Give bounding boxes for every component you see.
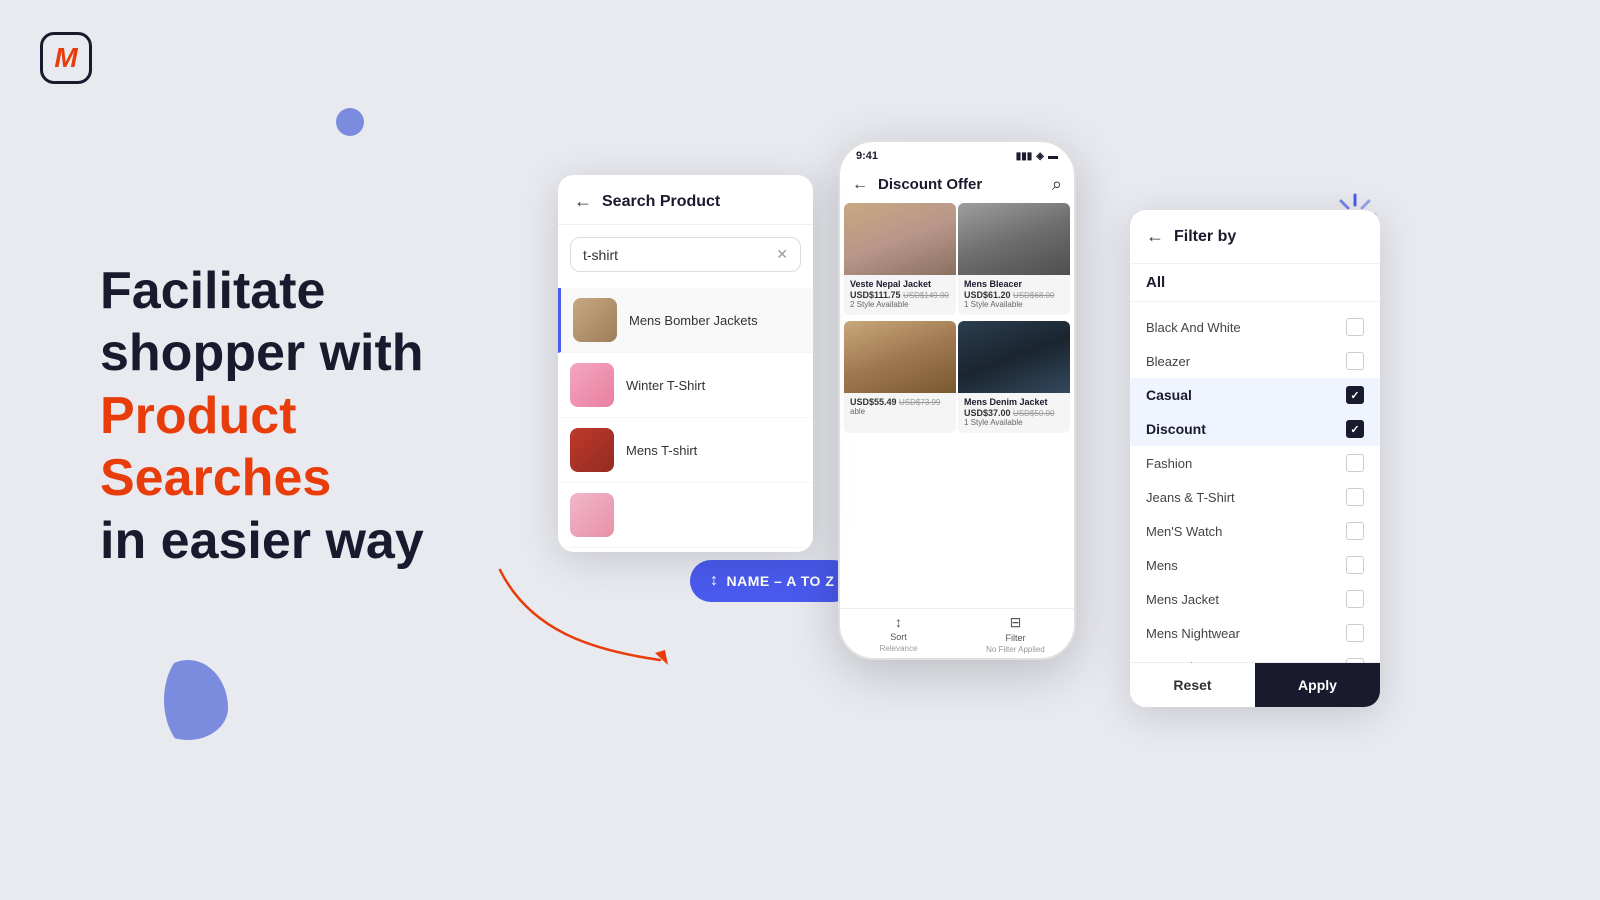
hero-line2: shopper with — [100, 324, 424, 382]
phone-bottom-bar: ↕ Sort Relevance ⊟ Filter No Filter Appl… — [840, 608, 1074, 658]
search-input-bar[interactable]: t-shirt ✕ — [570, 237, 801, 272]
product-thumbnail — [573, 298, 617, 342]
sort-icon: ↕ — [895, 614, 902, 630]
phone-time: 9:41 — [856, 150, 878, 162]
deco-circle-bottom — [148, 660, 228, 740]
phone-notch — [907, 142, 1007, 164]
phone-search-icon[interactable]: ⌕ — [1052, 174, 1062, 195]
logo-letter: M — [54, 42, 77, 74]
hero-line3: in easier way — [100, 512, 424, 570]
product-title: Mens Denim Jacket — [964, 397, 1064, 408]
filter-checkbox[interactable] — [1346, 488, 1364, 506]
phone-product-grid: Veste Nepal Jacket USD$111.75 USD$149.00… — [840, 203, 1074, 437]
phone-product-card[interactable]: Veste Nepal Jacket USD$111.75 USD$149.00… — [844, 203, 956, 315]
phone-nav-bar: ← Discount Offer ⌕ — [840, 166, 1074, 203]
filter-bottom-button[interactable]: ⊟ Filter No Filter Applied — [957, 609, 1074, 658]
filter-bottom-label: Filter — [1006, 633, 1026, 643]
filter-checkbox[interactable] — [1346, 624, 1364, 642]
filter-item[interactable]: Black And White — [1130, 310, 1380, 344]
list-item[interactable]: Winter T-Shirt — [558, 353, 813, 418]
search-screen-title: Search Product — [602, 193, 720, 211]
phone-status-icons: ▮▮▮ ◈ ▬ — [1016, 151, 1058, 162]
filter-item[interactable]: Men'S Watch — [1130, 514, 1380, 548]
sort-pill[interactable]: ↕ NAME – A TO Z — [690, 560, 854, 602]
deco-circle-top — [336, 108, 364, 136]
filter-checkbox-casual[interactable] — [1346, 386, 1364, 404]
phone-screen-title: Discount Offer — [878, 176, 1042, 193]
product-title: Mens Bleacer — [964, 279, 1064, 290]
product-thumbnail — [570, 428, 614, 472]
phone-product-card[interactable]: Mens Bleacer USD$61.20 USD$68.00 1 Style… — [958, 203, 1070, 315]
filter-back-icon[interactable]: ← — [1146, 226, 1164, 247]
filter-checkbox[interactable] — [1346, 318, 1364, 336]
logo: M — [40, 32, 96, 88]
filter-title: Filter by — [1174, 228, 1236, 246]
filter-checkbox[interactable] — [1346, 556, 1364, 574]
sort-icon: ↕ — [710, 572, 719, 590]
list-item[interactable]: Mens T-shirt — [558, 418, 813, 483]
filter-sub-label: No Filter Applied — [986, 645, 1045, 654]
hero-highlight: Product Searches — [100, 387, 331, 507]
search-input-value[interactable]: t-shirt — [583, 247, 768, 263]
filter-checkbox[interactable] — [1346, 590, 1364, 608]
list-item[interactable]: Mens Bomber Jackets — [558, 288, 813, 353]
filter-apply-button[interactable]: Apply — [1255, 663, 1380, 707]
product-name: Mens T-shirt — [626, 443, 697, 458]
filter-all-item[interactable]: All — [1130, 264, 1380, 302]
filter-footer: Reset Apply — [1130, 662, 1380, 707]
filter-item[interactable]: Jeans & T-Shirt — [1130, 480, 1380, 514]
search-screen-header: ← Search Product — [558, 175, 813, 225]
filter-item[interactable]: Mens — [1130, 548, 1380, 582]
sort-label: NAME – A TO Z — [727, 573, 835, 589]
filter-item-casual[interactable]: Casual — [1130, 378, 1380, 412]
search-clear-icon[interactable]: ✕ — [776, 246, 788, 263]
filter-item-discount[interactable]: Discount — [1130, 412, 1380, 446]
product-thumbnail — [570, 363, 614, 407]
list-item[interactable] — [558, 483, 813, 548]
phone-product-card[interactable]: Mens Denim Jacket USD$37.00 USD$50.00 1 … — [958, 321, 1070, 433]
search-results-list: Mens Bomber Jackets Winter T-Shirt Mens … — [558, 284, 813, 552]
product-name: Mens Bomber Jackets — [629, 313, 758, 328]
filter-checkbox-discount[interactable] — [1346, 420, 1364, 438]
hero-section: Facilitate shopper with Product Searches… — [100, 260, 540, 572]
sort-sub-label: Relevance — [880, 644, 918, 653]
filter-checkbox[interactable] — [1346, 352, 1364, 370]
phone-mockup: 9:41 ▮▮▮ ◈ ▬ ← Discount Offer ⌕ Veste Ne… — [838, 140, 1076, 660]
filter-checkbox[interactable] — [1346, 522, 1364, 540]
filter-header: ← Filter by — [1130, 210, 1380, 264]
filter-item[interactable]: Mens Nightwear — [1130, 616, 1380, 650]
product-name: Winter T-Shirt — [626, 378, 705, 393]
filter-list: Black And White Bleazer Casual Discount … — [1130, 302, 1380, 662]
filter-reset-button[interactable]: Reset — [1130, 663, 1255, 707]
filter-icon: ⊟ — [1010, 614, 1022, 631]
filter-item[interactable]: Mens Jacket — [1130, 582, 1380, 616]
product-title: Veste Nepal Jacket — [850, 279, 950, 290]
sort-bottom-label: Sort — [890, 632, 907, 642]
filter-item[interactable]: Fashion — [1130, 446, 1380, 480]
hero-line1: Facilitate — [100, 262, 325, 320]
filter-panel: ← Filter by All Black And White Bleazer … — [1130, 210, 1380, 707]
search-screen: ← Search Product t-shirt ✕ Mens Bomber J… — [558, 175, 813, 552]
product-thumbnail — [570, 493, 614, 537]
arrow-decoration — [470, 550, 700, 680]
filter-item[interactable]: Bleazer — [1130, 344, 1380, 378]
search-back-button[interactable]: ← — [574, 191, 592, 212]
phone-back-button[interactable]: ← — [852, 176, 868, 194]
filter-checkbox[interactable] — [1346, 454, 1364, 472]
phone-product-card[interactable]: USD$55.49 USD$73.99 able — [844, 321, 956, 433]
sort-bottom-button[interactable]: ↕ Sort Relevance — [840, 609, 957, 658]
